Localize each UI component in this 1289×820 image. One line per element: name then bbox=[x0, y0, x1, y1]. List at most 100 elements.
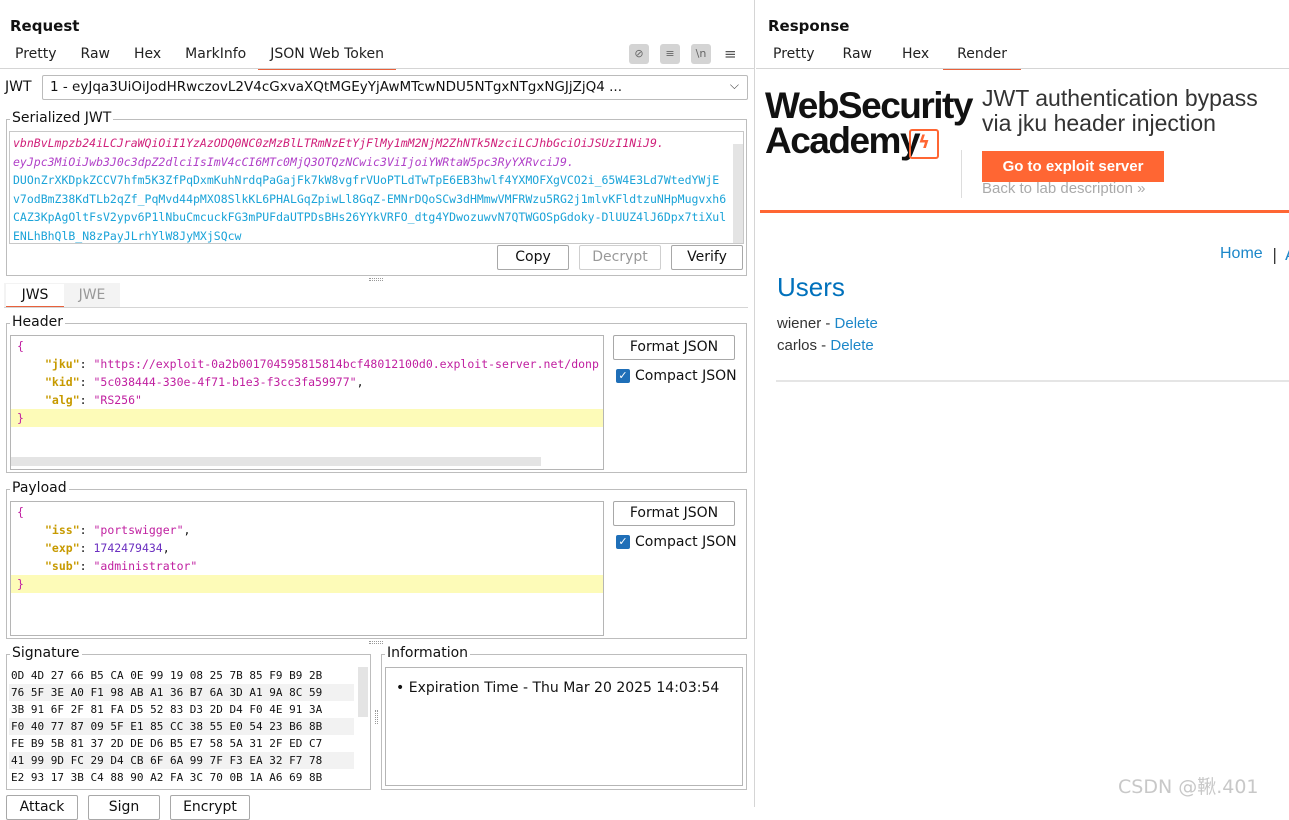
tab-json-web-token[interactable]: JSON Web Token bbox=[258, 44, 396, 70]
user-name: wiener bbox=[777, 315, 822, 332]
json-key: "sub" bbox=[45, 559, 80, 573]
signature-hex-row: 76 5F 3E A0 F1 98 AB A1 36 B7 6A 3D A1 9… bbox=[9, 684, 354, 701]
back-to-lab-description-link[interactable]: Back to lab description » bbox=[982, 180, 1145, 197]
serialized-line: eyJpc3MiOiJwb3J0c3dpZ2dlciIsImV4cCI6MTc0… bbox=[13, 154, 574, 169]
json-separator: : bbox=[79, 393, 94, 407]
serialized-jwt-text[interactable]: vbnBvLmpzb24iLCJraWQiOiI1YzAzODQ0NC0zMzB… bbox=[9, 131, 744, 244]
payload-legend: Payload bbox=[10, 480, 69, 496]
json-key: "kid" bbox=[45, 375, 80, 389]
checkbox-checked-icon: ✓ bbox=[616, 535, 630, 549]
header-compact-json-checkbox[interactable]: ✓ Compact JSON bbox=[616, 368, 737, 384]
tab-raw[interactable]: Raw bbox=[829, 44, 888, 70]
tab-pretty[interactable]: Pretty bbox=[3, 44, 69, 70]
logo-academy: Academy bbox=[765, 120, 921, 161]
tab-raw[interactable]: Raw bbox=[69, 44, 122, 70]
newline-icon[interactable]: \n bbox=[691, 44, 711, 64]
signature-hex-view[interactable]: 0D 4D 27 66 B5 CA 0E 99 19 08 25 7B 85 F… bbox=[9, 665, 354, 787]
signature-hex-row: FE B9 5B 81 37 2D DE D6 B5 E7 58 5A 31 2… bbox=[11, 737, 323, 750]
eye-slash-icon[interactable]: ⊘ bbox=[629, 44, 649, 64]
user-separator: - bbox=[821, 315, 835, 332]
verify-button[interactable]: Verify bbox=[671, 245, 743, 270]
header-format-json-button[interactable]: Format JSON bbox=[613, 335, 735, 360]
signature-hex-row: E2 93 17 3B C4 88 90 A2 FA 3C 70 0B 1A A… bbox=[11, 771, 323, 784]
delete-user-link[interactable]: Delete bbox=[830, 337, 873, 354]
signature-hex-row: 41 99 9D FC 29 D4 CB 6F 6A 99 7F F3 EA 3… bbox=[9, 752, 354, 769]
serialized-jwt-group: Serialized JWT vbnBvLmpzb24iLCJraWQiOiI1… bbox=[6, 110, 747, 276]
wrap-icon[interactable]: ≡ bbox=[660, 44, 680, 64]
jwt-label: JWT bbox=[5, 79, 32, 95]
payload-close-brace: } bbox=[17, 577, 24, 591]
signature-legend: Signature bbox=[10, 645, 82, 661]
header-json-editor[interactable]: { "jku": "https://exploit-0a2b0017045958… bbox=[10, 335, 604, 470]
serialized-jwt-legend: Serialized JWT bbox=[10, 110, 114, 126]
attack-button[interactable]: Attack bbox=[6, 795, 78, 820]
information-box: • Expiration Time - Thu Mar 20 2025 14:0… bbox=[385, 667, 743, 786]
checkbox-checked-icon: ✓ bbox=[616, 369, 630, 383]
users-list: wiener - Delete carlos - Delete bbox=[777, 315, 878, 359]
payload-field-row: "sub": "administrator" bbox=[11, 557, 603, 575]
subtab-jws[interactable]: JWS bbox=[6, 284, 64, 308]
header-group: Header { "jku": "https://exploit-0a2b001… bbox=[6, 314, 747, 473]
serialized-scrollbar[interactable] bbox=[733, 144, 743, 243]
json-separator: : bbox=[79, 523, 94, 537]
copy-button[interactable]: Copy bbox=[497, 245, 569, 270]
response-panel: Response Pretty Raw Hex Render WebSecuri… bbox=[756, 0, 1289, 807]
information-legend: Information bbox=[385, 645, 471, 661]
header-field-row: "alg": "RS256" bbox=[11, 391, 603, 409]
tab-markinfo[interactable]: MarkInfo bbox=[173, 44, 258, 70]
response-tabs: Pretty Raw Hex Render bbox=[761, 44, 1022, 70]
subtab-jwe[interactable]: JWE bbox=[66, 284, 118, 308]
delete-user-link[interactable]: Delete bbox=[835, 315, 878, 332]
user-separator: - bbox=[817, 337, 831, 354]
request-tab-divider bbox=[0, 68, 755, 69]
lightning-icon: ϟ bbox=[909, 129, 939, 159]
tab-hex[interactable]: Hex bbox=[122, 44, 173, 70]
nav-account-link[interactable]: A bbox=[1285, 245, 1289, 264]
chevron-down-icon: ⌵ bbox=[729, 78, 739, 92]
sign-button[interactable]: Sign bbox=[88, 795, 160, 820]
payload-compact-json-checkbox[interactable]: ✓ Compact JSON bbox=[616, 534, 737, 550]
header-compact-json-label: Compact JSON bbox=[635, 368, 737, 384]
json-trailing-comma: , bbox=[356, 375, 364, 389]
tab-render[interactable]: Render bbox=[943, 44, 1022, 70]
serialized-line: DUOnZrXKDpkZCCV7hfm5K3ZfPqDxmKuhNrdqPaGa… bbox=[13, 173, 720, 187]
json-key: "iss" bbox=[45, 523, 80, 537]
payload-json-editor[interactable]: { "iss": "portswigger", "exp": 1742479434… bbox=[10, 501, 604, 636]
response-tab-divider bbox=[756, 68, 1289, 69]
encrypt-button[interactable]: Encrypt bbox=[170, 795, 250, 820]
nav-home-link[interactable]: Home bbox=[1220, 245, 1263, 263]
signature-hex-row: 3B 91 6F 2F 81 FA D5 52 83 D3 2D D4 F0 4… bbox=[11, 703, 323, 716]
json-value: "5c038444-330e-4f71-b1e3-f3cc3fa59977" bbox=[93, 375, 357, 389]
information-group: Information • Expiration Time - Thu Mar … bbox=[381, 645, 747, 790]
split-handle[interactable] bbox=[369, 278, 383, 281]
split-handle[interactable] bbox=[369, 641, 383, 644]
payload-open-brace: { bbox=[17, 505, 24, 519]
json-value: "https://exploit-0a2b001704595815814bcf4… bbox=[93, 357, 599, 371]
go-to-exploit-server-button[interactable]: Go to exploit server bbox=[982, 151, 1164, 182]
header-legend: Header bbox=[10, 314, 65, 330]
json-trailing-comma: , bbox=[162, 541, 170, 555]
decrypt-button[interactable]: Decrypt bbox=[579, 245, 661, 270]
header-h-scrollbar[interactable] bbox=[11, 457, 541, 466]
json-separator: : bbox=[79, 559, 94, 573]
payload-field-row: "exp": 1742479434, bbox=[11, 539, 603, 557]
header-close-brace: } bbox=[17, 411, 24, 425]
signature-scrollbar[interactable] bbox=[358, 667, 368, 717]
jwt-select[interactable]: 1 - eyJqa3UiOiJodHRwczovL2V4cGxvaXQtMGEy… bbox=[42, 75, 748, 100]
jwt-select-value: 1 - eyJqa3UiOiJodHRwczovL2V4cGxvaXQtMGEy… bbox=[50, 79, 622, 95]
payload-format-json-button[interactable]: Format JSON bbox=[613, 501, 735, 526]
json-separator: : bbox=[79, 375, 94, 389]
menu-icon[interactable]: ≡ bbox=[724, 45, 737, 63]
json-key: "exp" bbox=[45, 541, 80, 555]
header-accent-bar bbox=[760, 210, 1289, 213]
split-handle[interactable] bbox=[375, 710, 378, 724]
header-divider bbox=[961, 150, 962, 198]
users-heading: Users bbox=[777, 272, 845, 302]
tab-hex[interactable]: Hex bbox=[888, 44, 943, 70]
request-panel: Request Pretty Raw Hex MarkInfo JSON Web… bbox=[0, 0, 755, 820]
user-name: carlos bbox=[777, 337, 818, 354]
user-row: wiener - Delete bbox=[777, 315, 878, 337]
header-field-row: "jku": "https://exploit-0a2b001704595815… bbox=[11, 355, 603, 373]
tab-pretty[interactable]: Pretty bbox=[761, 44, 829, 70]
json-value: 1742479434 bbox=[93, 541, 163, 555]
